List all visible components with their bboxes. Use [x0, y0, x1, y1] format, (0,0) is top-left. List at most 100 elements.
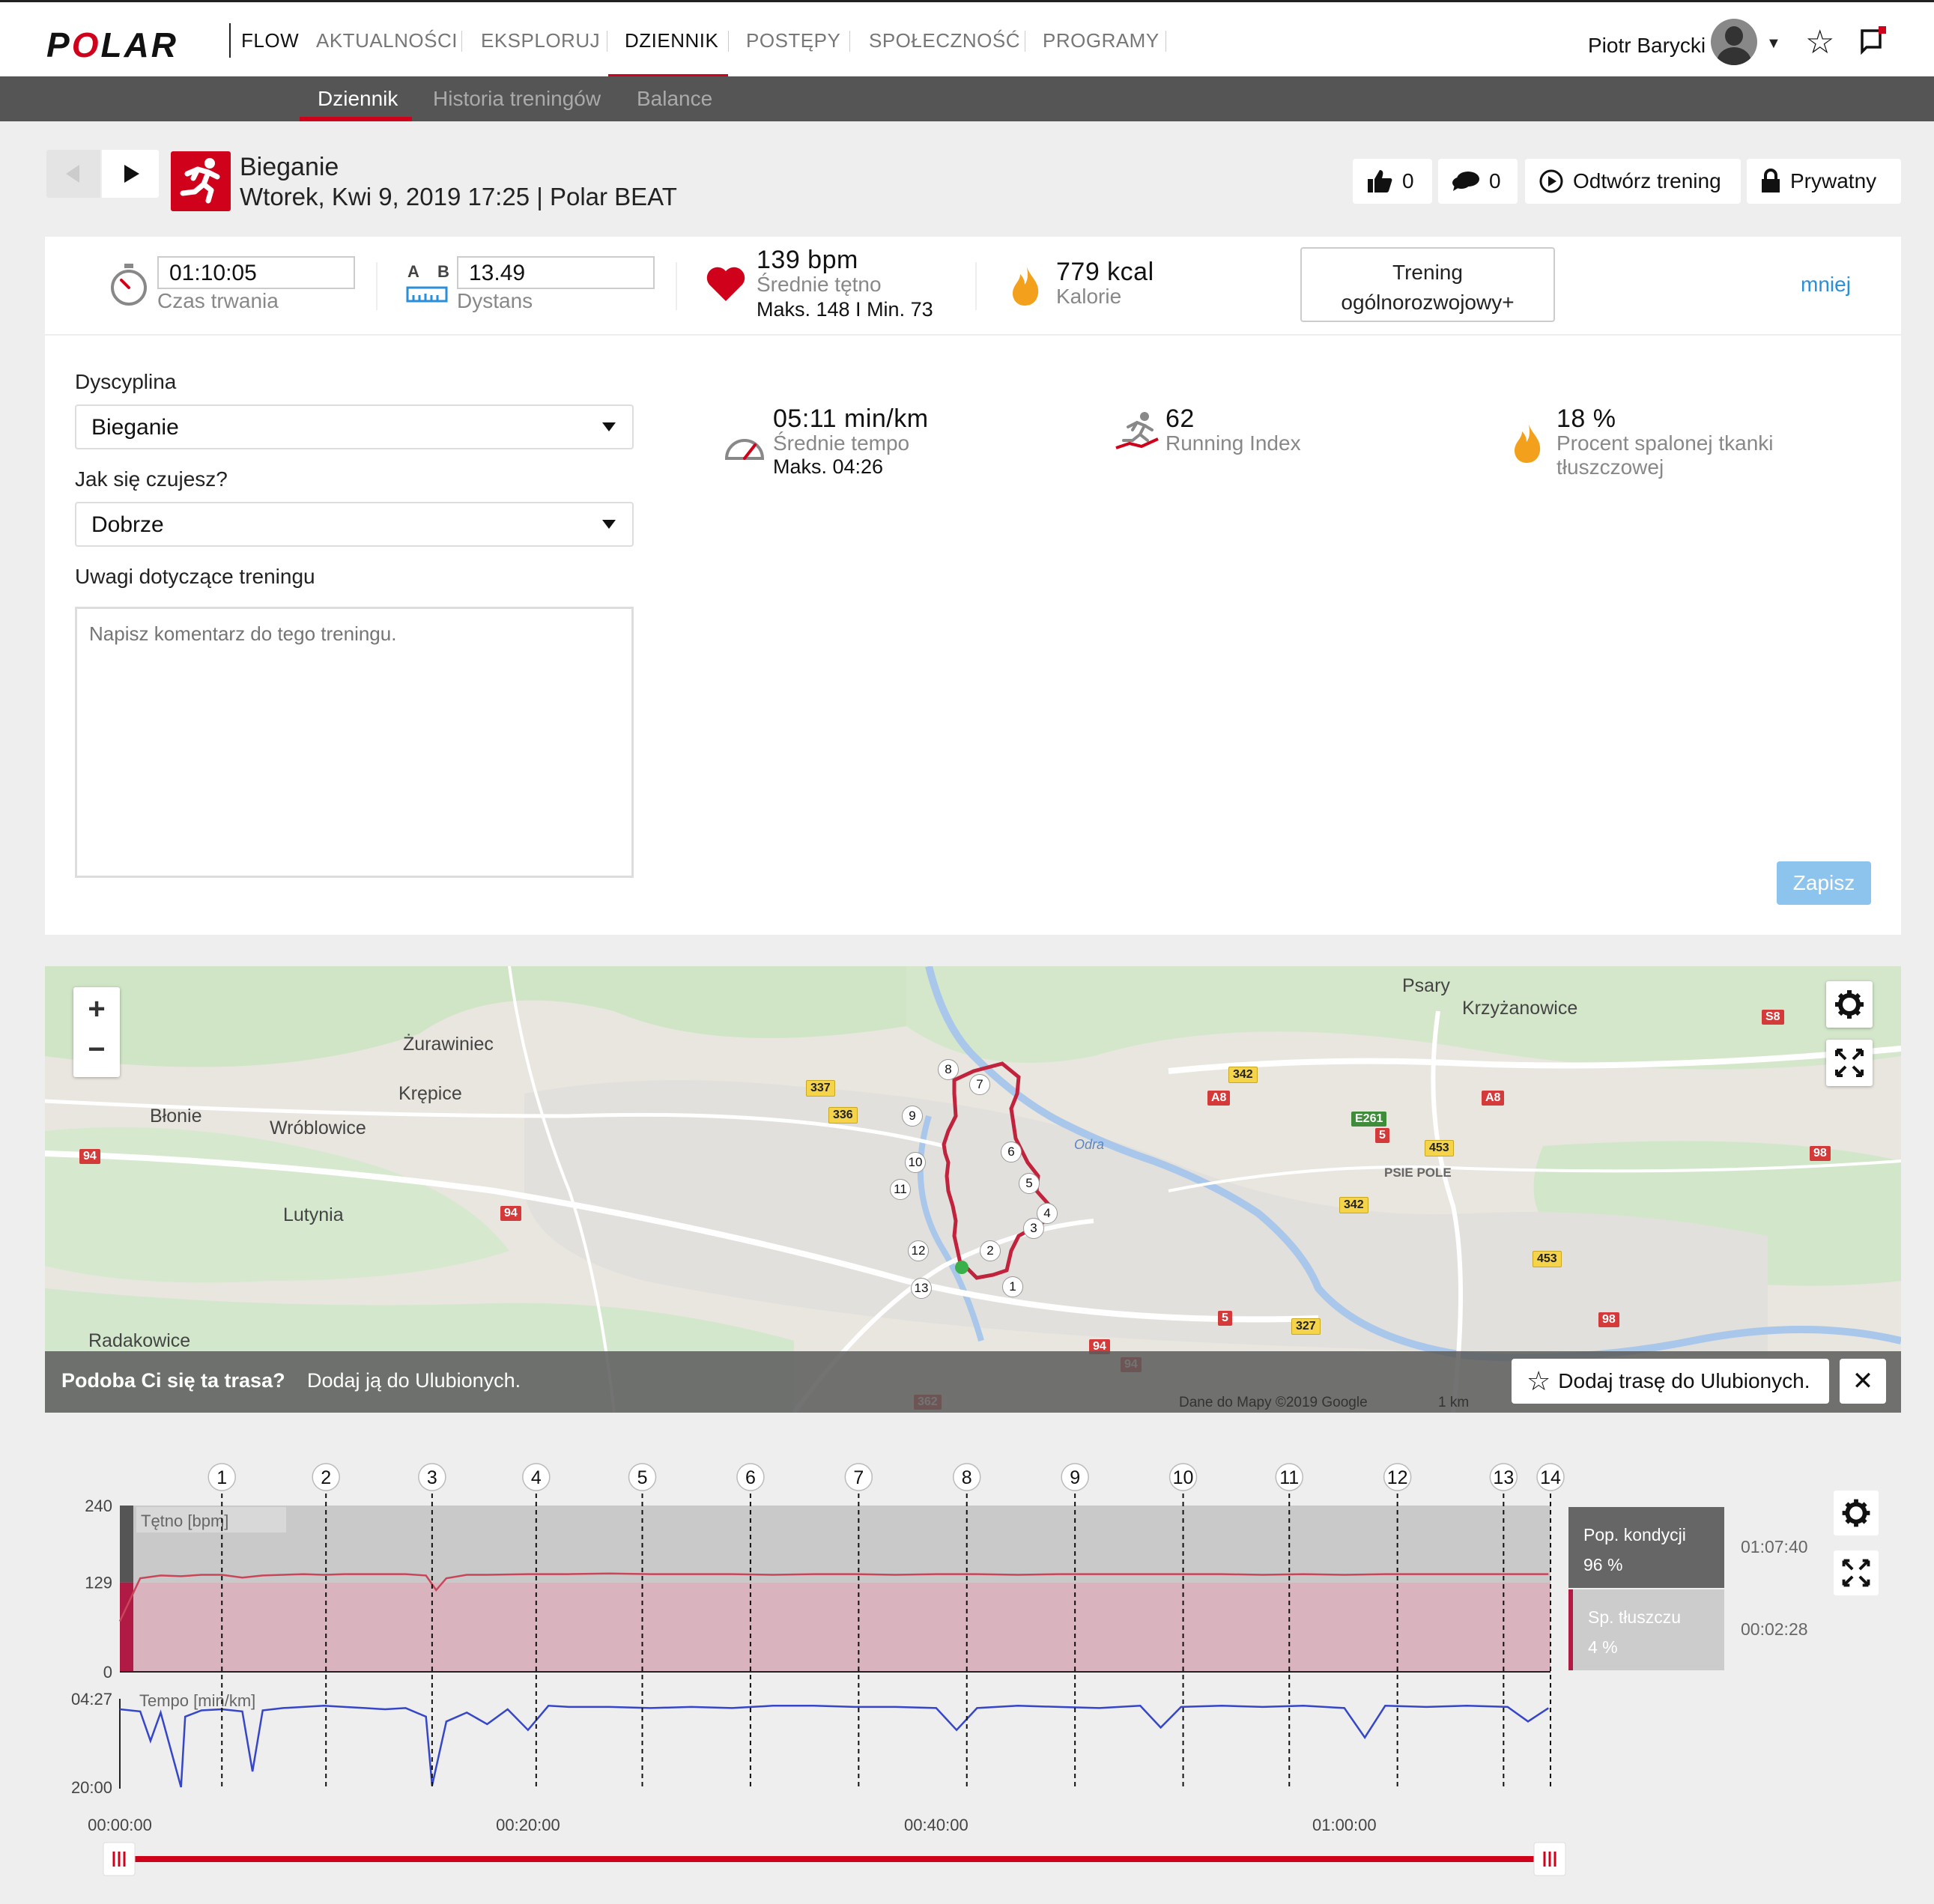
- distance-field[interactable]: 13.49: [457, 256, 655, 289]
- road-badge: E261: [1351, 1112, 1387, 1127]
- road-badge: S8: [1762, 1010, 1784, 1025]
- map-place-label: Żurawiniec: [403, 1034, 494, 1055]
- route-km-marker: 10: [905, 1152, 926, 1173]
- lap-marker-label: 6: [745, 1467, 756, 1488]
- zoom-out-button[interactable]: −: [73, 1031, 120, 1074]
- x-tick-label: 01:00:00: [1312, 1816, 1377, 1834]
- running-index-icon: [1115, 412, 1159, 449]
- map-settings-button[interactable]: [1826, 981, 1873, 1028]
- training-benefit-box: Trening ogólnorozwojowy+: [1300, 247, 1555, 322]
- hr-average-label: Średnie tętno: [757, 273, 882, 296]
- duration-field[interactable]: 01:10:05: [157, 256, 355, 289]
- map-place-label: PSIE POLE: [1384, 1165, 1452, 1180]
- show-less-link[interactable]: mniej: [1801, 273, 1851, 297]
- pace-series-line: [119, 1705, 1549, 1788]
- fullscreen-icon: [1835, 1049, 1864, 1077]
- running-index-value: 62: [1165, 404, 1195, 433]
- feeling-select[interactable]: Dobrze: [75, 502, 634, 547]
- route-km-marker: 5: [1019, 1173, 1040, 1194]
- road-badge: 94: [79, 1149, 100, 1164]
- hr-zone-lower: [120, 1582, 1550, 1672]
- discipline-label: Dyscyplina: [75, 370, 177, 393]
- sub-navigation: Dziennik Historia treningów Balance: [0, 76, 1934, 121]
- lap-marker-label: 12: [1387, 1467, 1408, 1488]
- favorites-star-icon[interactable]: ☆: [1805, 23, 1834, 61]
- fat-burn-value: 18 %: [1556, 404, 1616, 433]
- polar-logo[interactable]: POLAR: [46, 25, 178, 65]
- replay-workout-button[interactable]: Odtwórz trening: [1525, 159, 1741, 204]
- previous-workout-button[interactable]: [46, 150, 100, 198]
- add-route-to-favorites-button[interactable]: ☆ Dodaj trasę do Ulubionych.: [1512, 1359, 1829, 1404]
- route-km-marker: 6: [1001, 1142, 1022, 1162]
- comment-bubble-icon: [1452, 172, 1479, 191]
- route-map[interactable]: 1 2 3 4 5 6 7 8 9 10 11 12 13 Żurawiniec Krępice Bło…: [45, 966, 1901, 1413]
- subnav-historia[interactable]: Historia treningów: [433, 87, 601, 111]
- map-place-label: Krzyżanowice: [1462, 998, 1578, 1019]
- zone-time-condition: 01:07:40: [1741, 1537, 1808, 1556]
- like-button[interactable]: 0: [1353, 159, 1432, 204]
- hr-max-min: Maks. 148 I Min. 73: [757, 298, 933, 321]
- fat-burn-label-2: tłuszczowej: [1556, 455, 1664, 479]
- lap-marker-label: 13: [1493, 1467, 1514, 1488]
- save-button[interactable]: Zapisz: [1777, 861, 1871, 905]
- fat-burn-label-1: Procent spalonej tkanki: [1556, 431, 1774, 455]
- workout-sport-title: Bieganie: [240, 153, 339, 181]
- thumbs-up-icon: [1368, 170, 1392, 192]
- road-badge: 342: [1339, 1197, 1368, 1213]
- notes-textarea[interactable]: [75, 607, 634, 878]
- nav-eksploruj[interactable]: EKSPLORUJ: [481, 29, 600, 52]
- star-icon: ☆: [1527, 1365, 1551, 1396]
- route-km-marker: 13: [911, 1278, 932, 1299]
- chart-fullscreen-button[interactable]: [1834, 1550, 1879, 1595]
- nav-postepy[interactable]: POSTĘPY: [746, 29, 840, 52]
- map-place-label: Radakowice: [88, 1330, 191, 1351]
- chart-settings-button[interactable]: [1834, 1491, 1879, 1535]
- nav-spolecznosc[interactable]: SPOŁECZNOŚĆ: [869, 29, 1020, 52]
- route-km-marker: 8: [938, 1059, 959, 1080]
- lap-marker-label: 9: [1070, 1467, 1080, 1488]
- map-fullscreen-button[interactable]: [1826, 1040, 1873, 1086]
- route-km-marker: 4: [1037, 1203, 1058, 1224]
- privacy-button[interactable]: Prywatny: [1747, 159, 1901, 204]
- hr-y-tick-label: 0: [103, 1663, 112, 1682]
- close-icon[interactable]: ✕: [1840, 1359, 1886, 1404]
- discipline-select[interactable]: Bieganie: [75, 404, 634, 449]
- pace-average-label: Średnie tempo: [773, 431, 910, 455]
- road-badge: 453: [1533, 1251, 1562, 1267]
- next-workout-button[interactable]: [102, 150, 159, 198]
- road-badge: 98: [1598, 1312, 1619, 1327]
- user-name[interactable]: Piotr Barycki: [1588, 34, 1706, 58]
- comment-button[interactable]: 0: [1438, 159, 1518, 204]
- avatar[interactable]: [1711, 19, 1757, 65]
- favorite-question: Podoba Ci się ta trasa?: [61, 1369, 285, 1392]
- route-km-marker: 11: [890, 1179, 911, 1200]
- notes-label: Uwagi dotyczące treningu: [75, 565, 315, 588]
- map-favorite-prompt: Podoba Ci się ta trasa? Dodaj ją do Ulub…: [45, 1351, 1901, 1413]
- zoom-in-button[interactable]: +: [73, 987, 120, 1031]
- notifications-flag-icon[interactable]: [1858, 25, 1888, 55]
- lap-marker-label: 5: [637, 1467, 648, 1488]
- lap-marker-label: 8: [962, 1467, 972, 1488]
- lap-marker-label: 1: [216, 1467, 227, 1488]
- nav-dziennik[interactable]: DZIENNIK: [625, 29, 718, 52]
- zone-card-fat-burn: Sp. tłuszczu 4 %: [1568, 1589, 1724, 1670]
- lock-icon: [1762, 169, 1780, 192]
- nav-flow[interactable]: FLOW: [241, 29, 299, 52]
- running-sport-icon: [171, 151, 231, 211]
- map-place-label: Lutynia: [283, 1204, 344, 1225]
- subnav-balance[interactable]: Balance: [637, 87, 712, 111]
- workout-summary-panel: 01:10:05 Czas trwania A B 13.49 Dystans …: [45, 237, 1901, 935]
- pace-y-tick-label: 04:27: [71, 1690, 112, 1709]
- nav-programy[interactable]: PROGRAMY: [1043, 29, 1160, 52]
- map-canvas[interactable]: [45, 966, 1901, 1413]
- subnav-dziennik[interactable]: Dziennik: [318, 87, 398, 111]
- lap-marker-label: 11: [1279, 1467, 1299, 1488]
- like-count: 0: [1402, 169, 1414, 192]
- map-place-label: Błonie: [150, 1106, 202, 1127]
- lap-marker-label: 14: [1540, 1467, 1561, 1488]
- user-menu-caret-icon[interactable]: ▼: [1766, 35, 1781, 52]
- subnav-active-indicator: [300, 117, 412, 121]
- nav-aktualnosci[interactable]: AKTUALNOŚCI: [316, 29, 458, 52]
- map-scale: 1 km: [1438, 1395, 1470, 1410]
- flame-icon: [1013, 264, 1039, 306]
